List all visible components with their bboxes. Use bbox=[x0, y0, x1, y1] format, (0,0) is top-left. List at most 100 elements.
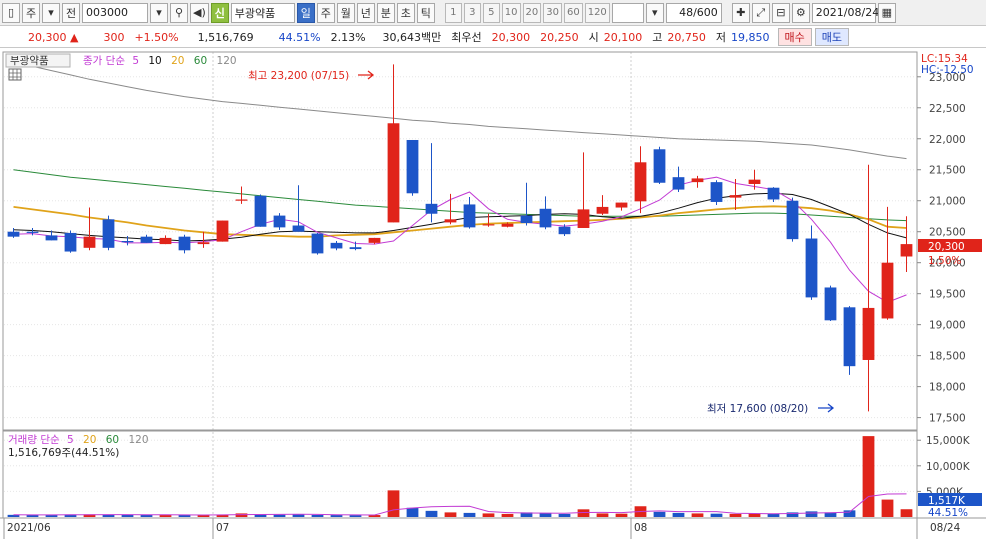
price-legend-prefix: 종가 단순 bbox=[83, 55, 125, 67]
price-change: 300 bbox=[103, 30, 125, 44]
candle-body bbox=[463, 204, 476, 228]
candle bbox=[843, 306, 856, 375]
candle-body bbox=[102, 219, 115, 248]
candle-body bbox=[786, 200, 799, 240]
volume-bar bbox=[710, 513, 723, 517]
speaker-icon[interactable]: ◀) bbox=[190, 2, 209, 23]
vol-legend-ma20: 20 bbox=[83, 434, 96, 446]
high-price: 20,750 bbox=[667, 30, 706, 44]
interval-30[interactable]: 30 bbox=[543, 2, 562, 23]
candle-body bbox=[235, 199, 248, 201]
market-dropdown-icon[interactable]: ▾ bbox=[42, 2, 60, 23]
candle-body bbox=[577, 209, 590, 228]
tab-period-tick[interactable]: 틱 bbox=[416, 2, 435, 23]
sell-button[interactable]: 매도 bbox=[814, 28, 850, 46]
interval-5[interactable]: 5 bbox=[482, 2, 500, 23]
tab-period-second[interactable]: 초 bbox=[396, 2, 415, 23]
svg-text:20,300: 20,300 bbox=[928, 241, 965, 253]
candle-body bbox=[824, 287, 837, 321]
volume-bar bbox=[140, 515, 153, 517]
crosshair-icon[interactable]: ✚ bbox=[731, 2, 750, 23]
interval-120[interactable]: 120 bbox=[584, 2, 610, 23]
turnover-rate: 2.13% bbox=[330, 30, 366, 44]
custom-interval-input[interactable] bbox=[611, 2, 644, 23]
tab-period-month[interactable]: 월 bbox=[336, 2, 355, 23]
price-tick-label: 18,000 bbox=[929, 382, 966, 394]
candle-body bbox=[767, 187, 780, 200]
tab-period-day[interactable]: 일 bbox=[296, 2, 315, 23]
interval-3[interactable]: 3 bbox=[463, 2, 481, 23]
settings-gear-icon[interactable]: ⚙ bbox=[791, 2, 810, 23]
candle-body bbox=[691, 178, 704, 183]
price-tick-label: 20,500 bbox=[929, 227, 966, 239]
tab-period-minute[interactable]: 분 bbox=[376, 2, 395, 23]
candle-body bbox=[197, 242, 210, 245]
candle-body bbox=[881, 262, 894, 319]
candle-body bbox=[292, 225, 305, 232]
price-tick-label: 19,500 bbox=[929, 289, 966, 301]
scale-icon[interactable]: ⊟ bbox=[771, 2, 790, 23]
interval-10[interactable]: 10 bbox=[501, 2, 521, 23]
tab-period-week[interactable]: 주 bbox=[316, 2, 335, 23]
volume-tick-label: 15,000K bbox=[926, 435, 971, 447]
calendar-icon[interactable]: ▦ bbox=[877, 2, 896, 23]
volume-bar bbox=[881, 499, 894, 517]
candle bbox=[216, 220, 229, 242]
tab-period-year[interactable]: 년 bbox=[356, 2, 375, 23]
volume-bar bbox=[672, 512, 685, 517]
full-button[interactable]: 전 bbox=[62, 2, 80, 23]
current-price: 20,300 ▲ bbox=[28, 30, 79, 44]
candle-body bbox=[368, 237, 381, 243]
stock-name-field: 부광약품 bbox=[230, 2, 295, 23]
volume-ratio: 44.51% bbox=[278, 30, 321, 44]
buy-button[interactable]: 매수 bbox=[777, 28, 812, 46]
stock-chart[interactable]: 23,00022,50022,00021,50021,00020,50020,0… bbox=[0, 50, 986, 539]
volume-bar bbox=[159, 515, 172, 517]
legend-ma10: 10 bbox=[148, 55, 161, 67]
candle bbox=[824, 285, 837, 321]
search-icon[interactable]: ⚲ bbox=[170, 2, 188, 23]
candle-body bbox=[330, 242, 343, 249]
low-price: 19,850 bbox=[731, 30, 770, 44]
low-annotation: 최저 17,600 (08/20) bbox=[707, 403, 808, 415]
volume-bar bbox=[387, 490, 400, 517]
candle-body bbox=[425, 203, 438, 214]
interval-60[interactable]: 60 bbox=[563, 2, 583, 23]
candle bbox=[64, 230, 77, 253]
open-price: 20,100 bbox=[603, 30, 643, 44]
interval-20[interactable]: 20 bbox=[522, 2, 542, 23]
candle bbox=[102, 215, 115, 251]
table-view-icon[interactable] bbox=[8, 68, 22, 81]
count-field[interactable]: 48/600 bbox=[665, 2, 722, 23]
volume-bar bbox=[463, 512, 476, 517]
candle-body bbox=[805, 238, 818, 298]
price-panel-title: 부광약품 bbox=[10, 55, 49, 67]
volume-bar bbox=[615, 513, 628, 517]
candle-body bbox=[482, 224, 495, 226]
price-tick-label: 22,000 bbox=[929, 134, 966, 146]
price-tick-label: 18,500 bbox=[929, 351, 966, 363]
volume-pct-tag: 44.51% bbox=[928, 507, 968, 519]
code-dropdown-icon[interactable]: ▾ bbox=[150, 2, 168, 23]
draw-tool-icon[interactable]: ⤢ bbox=[751, 2, 770, 23]
volume-bar bbox=[729, 513, 742, 517]
candle-body bbox=[729, 195, 742, 198]
layout-icon[interactable]: ▯ bbox=[2, 2, 20, 23]
candle-body bbox=[121, 241, 134, 243]
date-input[interactable]: 2021/08/24 bbox=[811, 2, 879, 23]
volume-bar bbox=[767, 513, 780, 517]
candle-body bbox=[653, 149, 666, 183]
code-input[interactable]: 003000 bbox=[82, 2, 148, 23]
volume-bar bbox=[121, 514, 134, 517]
candle-body bbox=[843, 307, 856, 367]
best-bid: 20,250 bbox=[540, 30, 579, 44]
interval-dropdown-icon[interactable]: ▾ bbox=[645, 2, 664, 23]
candle-body bbox=[596, 206, 609, 214]
volume-bar bbox=[596, 513, 609, 517]
interval-1[interactable]: 1 bbox=[444, 2, 462, 23]
candle-body bbox=[634, 162, 647, 202]
market-selector[interactable]: 주 bbox=[22, 2, 40, 23]
candle-body bbox=[748, 179, 761, 184]
candle-body bbox=[615, 202, 628, 208]
high-annotation: 최고 23,200 (07/15) bbox=[248, 70, 349, 82]
